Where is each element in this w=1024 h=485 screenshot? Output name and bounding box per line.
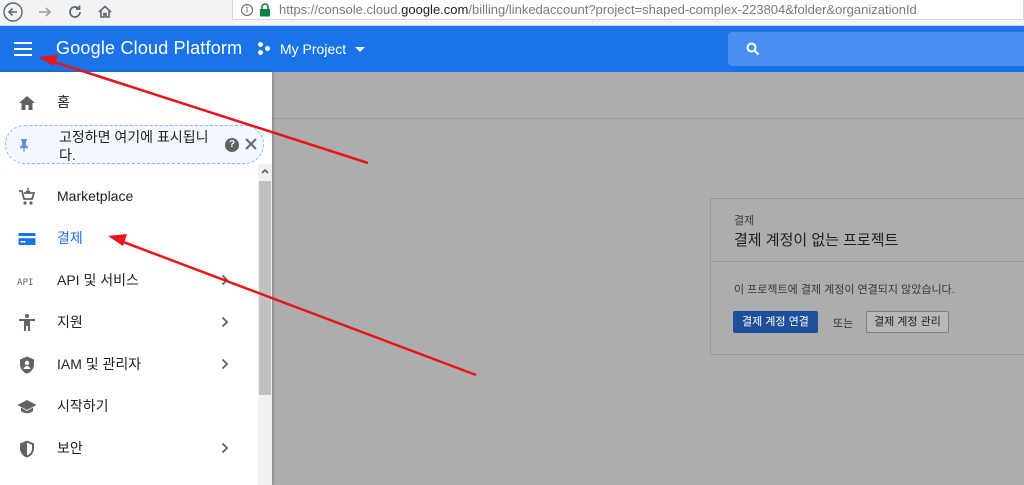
billing-icon [18, 233, 36, 245]
sidebar-item-support[interactable]: 지원 [0, 304, 258, 340]
reload-icon [69, 5, 81, 18]
forward-button[interactable] [34, 1, 56, 23]
scroll-up-icon[interactable] [260, 166, 270, 176]
sidebar-item-security[interactable]: 보안 [0, 430, 258, 466]
divider [272, 118, 1024, 119]
card-section-label: 결제 [734, 215, 755, 227]
project-name: My Project [280, 41, 347, 57]
card-divider [711, 261, 1024, 262]
back-button[interactable] [2, 1, 24, 23]
project-dots-icon [258, 42, 272, 56]
pin-icon [20, 139, 28, 152]
url-text: https://console.cloud.google.com/billing… [279, 2, 917, 17]
gcp-header: Google Cloud Platform My Project [0, 26, 1024, 72]
card-title: 결제 계정이 없는 프로젝트 [734, 232, 899, 249]
sidebar-item-home[interactable]: 홈 [0, 84, 258, 120]
browser-toolbar: i https://console.cloud.google.com/billi… [0, 0, 1024, 26]
close-icon[interactable] [243, 136, 259, 152]
sidebar-item-label: Marketplace [57, 188, 134, 204]
scroll-thumb[interactable] [259, 181, 271, 395]
home-icon [19, 96, 35, 110]
browser-home-icon [98, 5, 112, 18]
link-billing-account-button[interactable]: 결제 계정 연결 [733, 311, 818, 333]
help-icon[interactable]: ? [225, 138, 239, 152]
app-title[interactable]: Google Cloud Platform [56, 38, 242, 59]
home-button[interactable] [94, 1, 116, 23]
chevron-right-icon [221, 274, 229, 286]
cart-icon [19, 188, 36, 205]
sidebar: 홈 고정하면 여기에 표시됩니다. ? Marketplace 결제 API A… [0, 72, 272, 485]
address-bar[interactable]: i https://console.cloud.google.com/billi… [232, 0, 1024, 20]
api-icon: API [17, 277, 34, 288]
sidebar-item-marketplace[interactable]: Marketplace [0, 178, 258, 214]
chevron-right-icon [221, 316, 229, 328]
main-content: 결제 결제 계정이 없는 프로젝트 이 프로젝트에 결제 계정이 연결되지 않았… [272, 72, 1024, 485]
shield-icon [20, 356, 34, 374]
card-description: 이 프로젝트에 결제 계정이 연결되지 않았습니다. [734, 284, 955, 296]
back-arrow-icon [3, 2, 23, 22]
or-text: 또는 [833, 318, 854, 330]
support-icon [19, 314, 35, 331]
sidebar-item-label: 홈 [57, 94, 70, 110]
sidebar-item-label: 시작하기 [57, 398, 109, 414]
sidebar-item-label: 지원 [57, 314, 83, 330]
search-input[interactable] [728, 32, 1024, 66]
project-selector[interactable]: My Project [258, 39, 366, 59]
sidebar-item-iam-admin[interactable]: IAM 및 관리자 [0, 346, 258, 382]
manage-billing-accounts-button[interactable]: 결제 계정 관리 [866, 311, 949, 333]
sidebar-item-getting-started[interactable]: 시작하기 [0, 388, 258, 424]
chevron-right-icon [221, 358, 229, 370]
chevron-right-icon [221, 442, 229, 454]
lock-icon [260, 2, 270, 16]
reload-button[interactable] [64, 1, 86, 23]
sidebar-item-label: API 및 서비스 [57, 272, 139, 288]
sidebar-item-label: 보안 [57, 440, 83, 456]
sidebar-scrollbar[interactable] [258, 164, 272, 485]
security-shield-icon [20, 440, 34, 458]
sidebar-item-billing[interactable]: 결제 [0, 220, 258, 256]
billing-card: 결제 결제 계정이 없는 프로젝트 이 프로젝트에 결제 계정이 연결되지 않았… [710, 198, 1024, 355]
search-icon [746, 42, 760, 56]
caret-down-icon [355, 46, 366, 52]
menu-icon[interactable] [14, 38, 36, 60]
sidebar-item-api-services[interactable]: API API 및 서비스 [0, 262, 258, 298]
pinned-items-hint: 고정하면 여기에 표시됩니다. ? [5, 125, 264, 164]
sidebar-item-label: IAM 및 관리자 [57, 356, 142, 372]
info-icon[interactable]: i [241, 3, 253, 16]
graduation-cap-icon [17, 400, 37, 414]
pin-hint-text: 고정하면 여기에 표시됩니다. [59, 129, 209, 163]
sidebar-item-label: 결제 [57, 230, 83, 246]
forward-arrow-icon [39, 7, 52, 17]
svg-text:API: API [17, 277, 34, 288]
